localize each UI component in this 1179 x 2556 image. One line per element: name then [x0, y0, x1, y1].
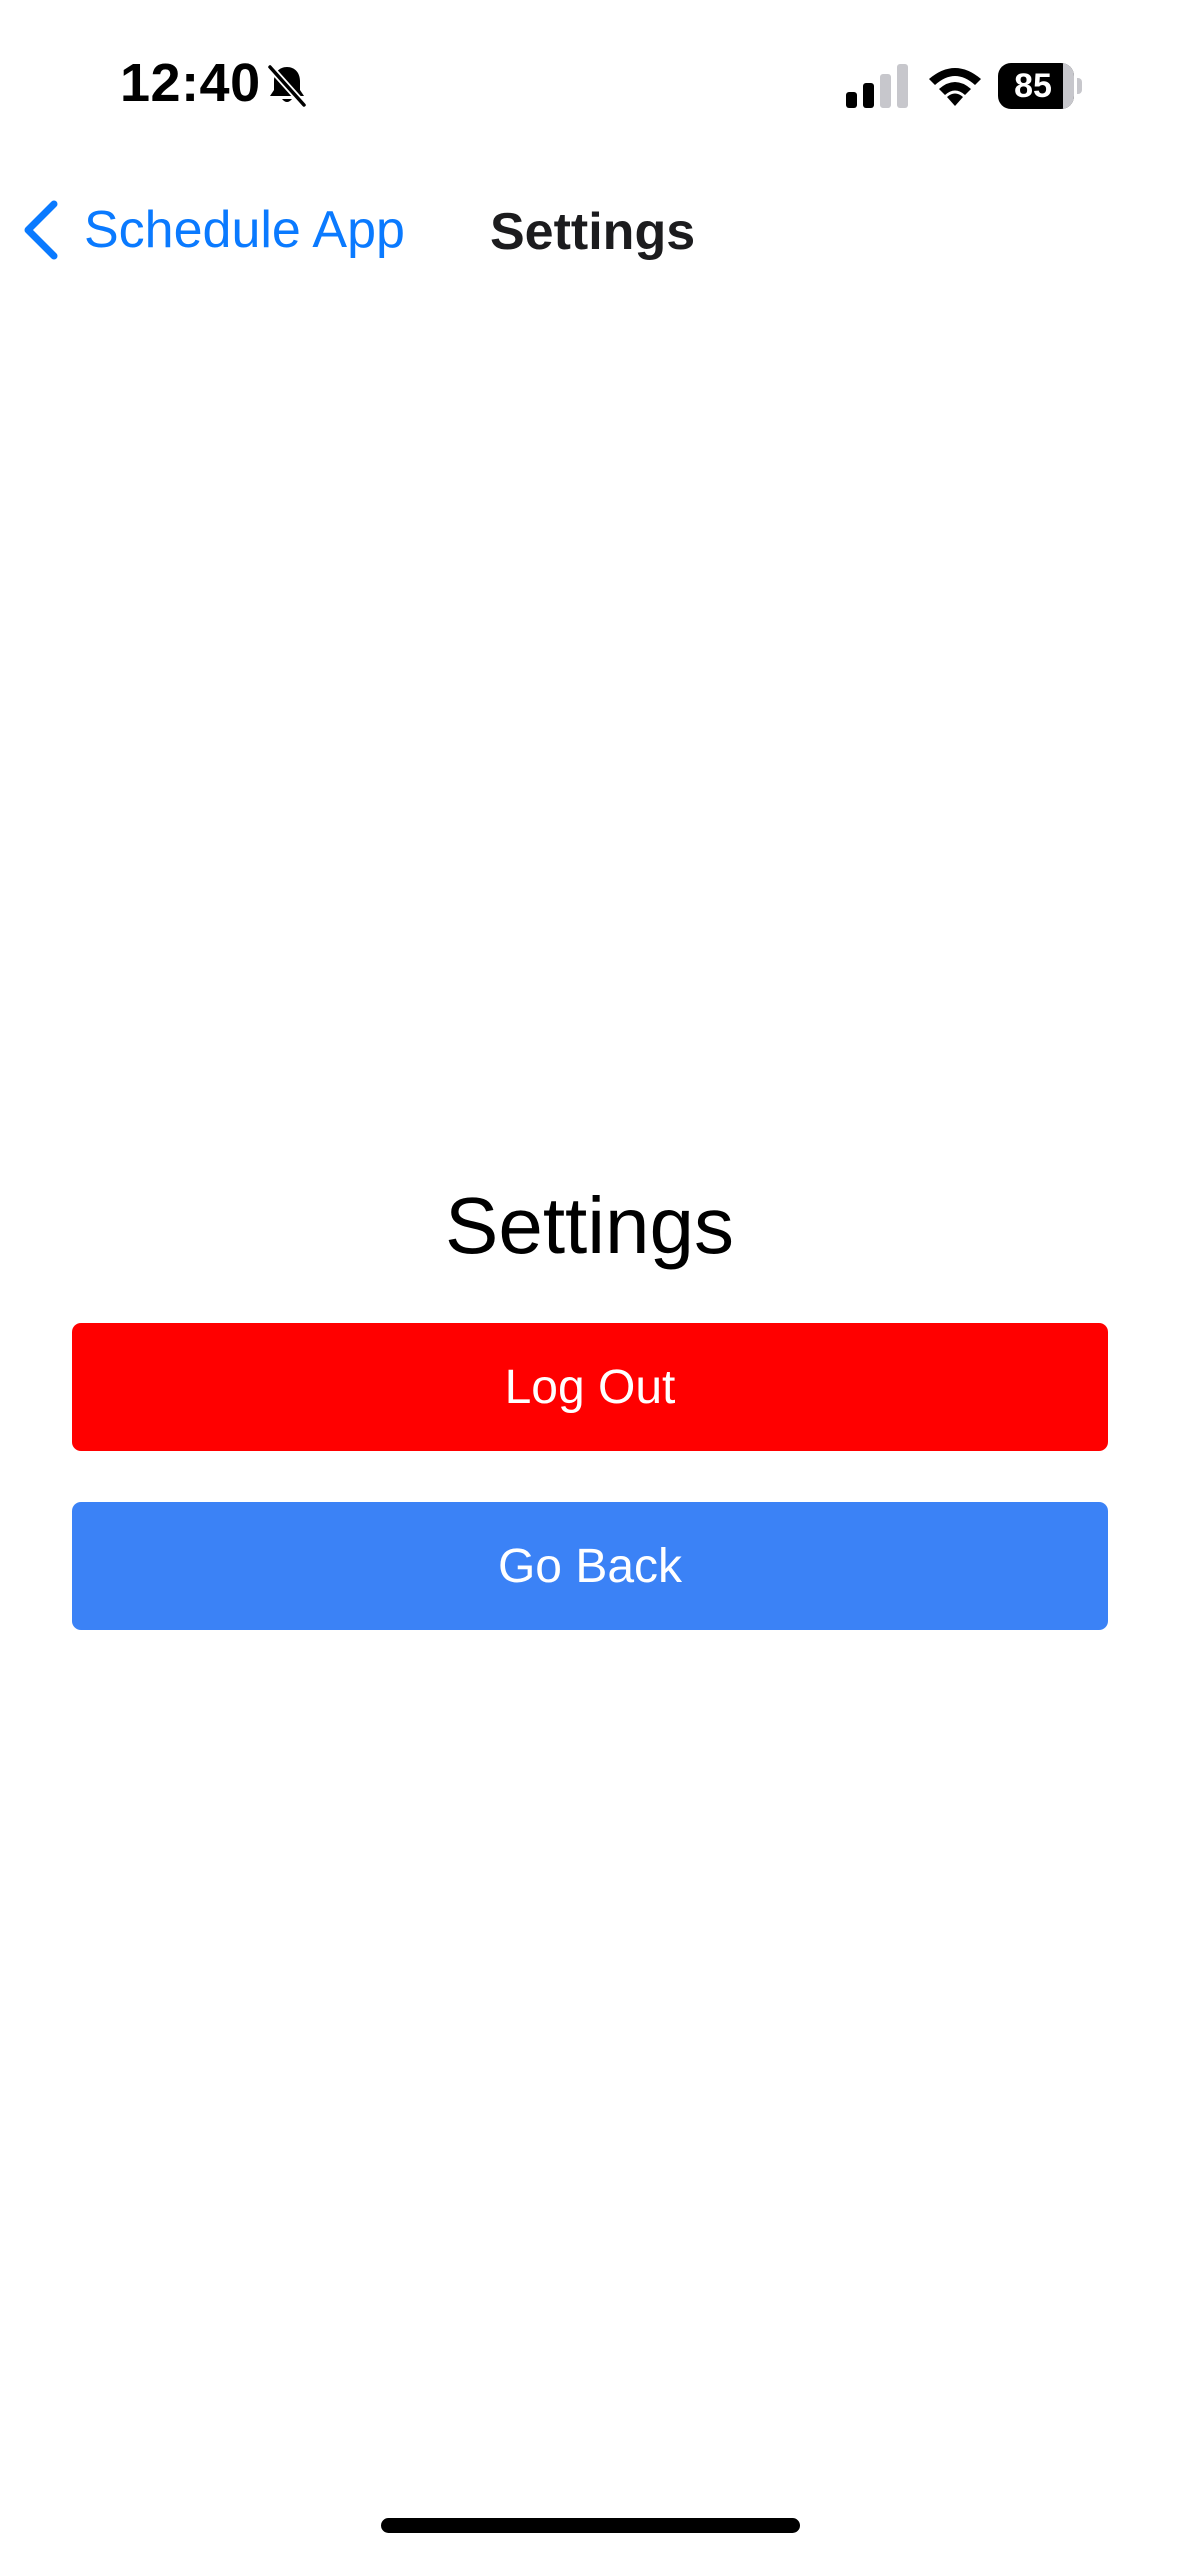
chevron-left-icon	[24, 200, 58, 260]
cellular-signal-icon	[846, 64, 908, 108]
back-button-label: Schedule App	[84, 201, 405, 259]
go-back-button[interactable]: Go Back	[72, 1502, 1108, 1630]
bell-slash-icon	[266, 63, 308, 109]
nav-title: Settings	[490, 203, 696, 261]
navigation-bar: Schedule App Settings	[0, 175, 1179, 285]
home-indicator[interactable]	[381, 2518, 800, 2533]
back-button[interactable]: Schedule App	[18, 195, 405, 265]
page-heading: Settings	[444, 1181, 735, 1270]
battery-indicator: 85	[998, 63, 1082, 109]
battery-percentage: 85	[1014, 67, 1052, 105]
logout-button[interactable]: Log Out	[72, 1323, 1108, 1451]
status-bar: 12:40 85	[0, 0, 1179, 175]
status-time: 12:40	[120, 53, 261, 113]
wifi-icon	[929, 68, 981, 106]
